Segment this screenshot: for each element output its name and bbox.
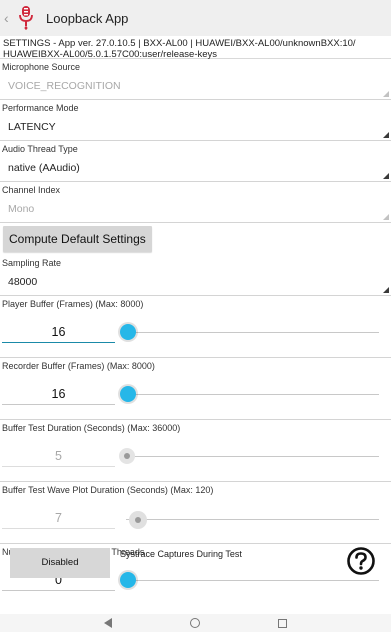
wave-plot-duration-slider-track[interactable] (126, 519, 379, 520)
recorder-buffer-slider-track[interactable] (126, 394, 379, 395)
wave-plot-duration-slider-thumb[interactable] (135, 517, 141, 523)
recorder-buffer-input[interactable]: 16 (2, 383, 115, 405)
audio-thread-type-label: Audio Thread Type (2, 144, 78, 154)
microphone-logo-icon (12, 0, 40, 36)
buffer-test-duration-slider-thumb[interactable] (124, 453, 130, 459)
compute-default-settings-button[interactable]: Compute Default Settings (3, 226, 152, 252)
microphone-source-section: Microphone Source VOICE_RECOGNITION (0, 59, 391, 100)
player-buffer-slider-thumb[interactable] (120, 324, 136, 340)
buffer-test-duration-label: Buffer Test Duration (Seconds) (Max: 360… (2, 423, 181, 433)
performance-mode-section: Performance Mode LATENCY (0, 100, 391, 141)
wave-plot-duration-section: Buffer Test Wave Plot Duration (Seconds)… (0, 482, 391, 544)
compute-row: Compute Default Settings (0, 223, 391, 255)
dropdown-triangle-icon (383, 214, 389, 220)
audio-thread-type-value: native (AAudio) (8, 161, 80, 174)
recorder-buffer-section: Recorder Buffer (Frames) (Max: 8000) 16 (0, 358, 391, 420)
recorder-buffer-label: Recorder Buffer (Frames) (Max: 8000) (2, 361, 155, 371)
performance-mode-spinner[interactable]: LATENCY (0, 113, 391, 140)
channel-index-value: Mono (8, 202, 35, 215)
buffer-test-duration-section: Buffer Test Duration (Seconds) (Max: 360… (0, 420, 391, 482)
player-buffer-section: Player Buffer (Frames) (Max: 8000) 16 (0, 296, 391, 358)
microphone-source-value: VOICE_RECOGNITION (8, 79, 121, 92)
nav-recents-icon[interactable] (278, 618, 287, 628)
sampling-rate-label: Sampling Rate (2, 258, 62, 268)
help-icon[interactable] (346, 546, 376, 576)
microphone-source-spinner[interactable]: VOICE_RECOGNITION (0, 72, 391, 99)
systrace-row: Disabled Systrace Captures During Test (0, 546, 391, 614)
sampling-rate-value: 48000 (8, 275, 38, 288)
sampling-rate-spinner[interactable]: 48000 (0, 268, 391, 295)
settings-info-text: SETTINGS - App ver. 27.0.10.5 | BXX-AL00… (0, 36, 391, 60)
app-bar: ‹ Loopback App (0, 0, 391, 36)
channel-index-spinner[interactable]: Mono (0, 195, 391, 222)
audio-thread-type-spinner[interactable]: native (AAudio) (0, 154, 391, 181)
performance-mode-label: Performance Mode (2, 103, 79, 113)
channel-index-label: Channel Index (2, 185, 61, 195)
wave-plot-duration-label: Buffer Test Wave Plot Duration (Seconds)… (2, 485, 214, 495)
systrace-toggle-button[interactable]: Disabled (10, 548, 110, 578)
system-nav-bar (0, 614, 391, 632)
sampling-rate-section: Sampling Rate 48000 (0, 255, 391, 296)
systrace-label: Systrace Captures During Test (120, 549, 242, 559)
back-chevron-icon[interactable]: ‹ (4, 0, 12, 36)
wave-plot-duration-input[interactable]: 7 (2, 507, 115, 529)
dropdown-triangle-icon (383, 173, 389, 179)
settings-scroll[interactable]: SETTINGS - App ver. 27.0.10.5 | BXX-AL00… (0, 36, 391, 614)
player-buffer-input[interactable]: 16 (2, 321, 115, 343)
app-title: Loopback App (46, 10, 129, 26)
dropdown-triangle-icon (383, 132, 389, 138)
channel-index-section: Channel Index Mono (0, 182, 391, 223)
player-buffer-label: Player Buffer (Frames) (Max: 8000) (2, 299, 144, 309)
audio-thread-type-section: Audio Thread Type native (AAudio) (0, 141, 391, 182)
dropdown-triangle-icon (383, 91, 389, 97)
performance-mode-value: LATENCY (8, 120, 56, 133)
recorder-buffer-slider-thumb[interactable] (120, 386, 136, 402)
buffer-test-duration-slider-track[interactable] (126, 456, 379, 457)
dropdown-triangle-icon (383, 287, 389, 293)
microphone-source-label: Microphone Source (2, 62, 81, 72)
buffer-test-duration-input[interactable]: 5 (2, 445, 115, 467)
nav-home-icon[interactable] (190, 618, 200, 628)
player-buffer-slider-track[interactable] (126, 332, 379, 333)
nav-back-icon[interactable] (104, 618, 112, 628)
